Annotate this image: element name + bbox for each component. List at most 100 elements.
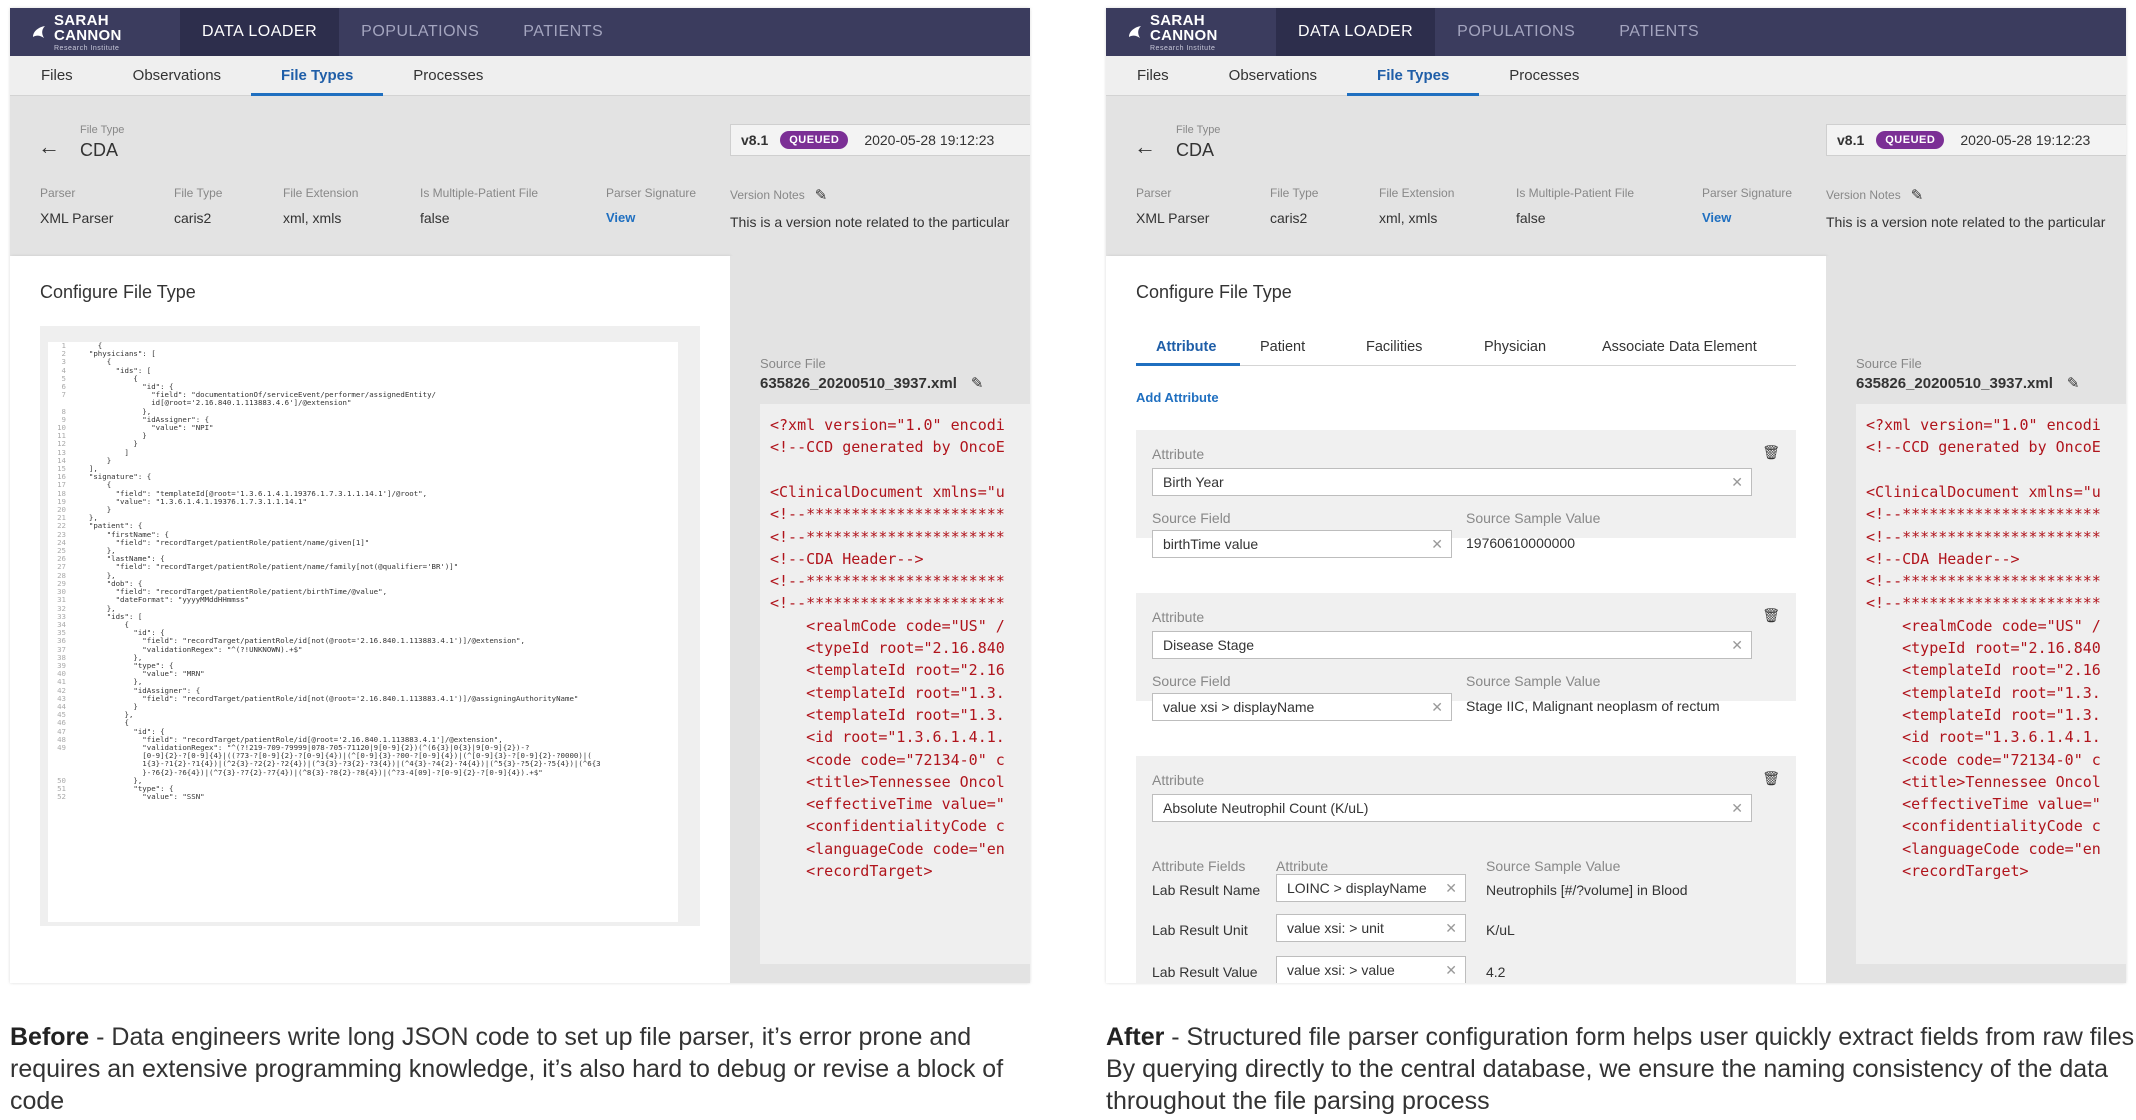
clear-icon[interactable]: ✕ (1431, 699, 1443, 716)
source-file-label: Source File (760, 356, 826, 371)
meta-label: Parser Signature (606, 186, 697, 200)
meta-file-extension: File Extension xml, xmls (283, 186, 420, 226)
tab-processes[interactable]: Processes (1479, 56, 1609, 95)
xml-line: <id root="1.3.6.1.4.1. (770, 728, 1005, 747)
back-arrow-icon[interactable]: ← (1134, 134, 1156, 160)
pencil-icon[interactable]: ✎ (1911, 186, 1924, 204)
after-title: After (1106, 1023, 1165, 1051)
before-screen: SARAH CANNON Research Institute DATA LOA… (10, 8, 1030, 983)
back-arrow-icon[interactable]: ← (38, 134, 60, 160)
xml-line: <confidentialityCode c (1866, 817, 2101, 836)
nav-data-loader[interactable]: DATA LOADER (1276, 8, 1436, 56)
xml-line: <!--********************** (1866, 594, 2101, 613)
tab-processes[interactable]: Processes (383, 56, 513, 95)
nav-patients[interactable]: PATIENTS (1597, 8, 1721, 56)
xml-line: <title>Tennessee Oncol (1866, 772, 2101, 791)
nav-patients[interactable]: PATIENTS (501, 8, 625, 56)
lab-attribute-input[interactable]: value xsi: > value ✕ (1276, 956, 1466, 983)
xml-line: <id root="1.3.6.1.4.1. (1866, 728, 2101, 747)
nav-populations[interactable]: POPULATIONS (1435, 8, 1597, 56)
lab-attribute-input[interactable]: LOINC > displayName ✕ (1276, 874, 1466, 902)
code-line: 52 "value": "SSN" (48, 792, 678, 801)
code-line: 11 } (48, 432, 678, 440)
tab-attribute[interactable]: Attribute (1136, 328, 1240, 366)
clear-icon[interactable]: ✕ (1431, 536, 1443, 553)
tab-file-types[interactable]: File Types (251, 56, 384, 96)
file-type-header: ← File Type CDA Parser XML Parser File T… (10, 96, 1030, 256)
sample-value: Stage IIC, Malignant neoplasm of rectum (1466, 698, 1720, 714)
clear-icon[interactable]: ✕ (1731, 800, 1743, 817)
source-field-input[interactable]: value xsi > displayName ✕ (1152, 693, 1452, 721)
code-line: 12 } (48, 440, 678, 448)
after-text: - Structured file parser configuration f… (1106, 1023, 2136, 1115)
meta-file-type: File Type caris2 (174, 186, 283, 226)
pencil-icon[interactable]: ✎ (815, 186, 828, 204)
file-type-label: File Type (80, 124, 125, 136)
nav-data-loader[interactable]: DATA LOADER (180, 8, 340, 56)
pencil-icon[interactable]: ✎ (971, 374, 984, 392)
source-field-input[interactable]: birthTime value ✕ (1152, 530, 1452, 558)
attribute-input[interactable]: Birth Year ✕ (1152, 468, 1752, 496)
attribute-label: Attribute (1152, 772, 1205, 788)
attribute-input[interactable]: Absolute Neutrophil Count (K/uL) ✕ (1152, 794, 1752, 822)
meta-value: XML Parser (40, 210, 114, 226)
xml-line: <!--********************** (1866, 572, 2101, 591)
clear-icon[interactable]: ✕ (1731, 474, 1743, 491)
logo-main: SARAH CANNON (54, 11, 122, 44)
add-attribute-button[interactable]: Add Attribute (1136, 390, 1219, 405)
logo[interactable]: SARAH CANNON Research Institute (10, 8, 180, 56)
clear-icon[interactable]: ✕ (1731, 637, 1743, 654)
trash-icon[interactable]: 🗑 (1762, 607, 1780, 624)
xml-line: <effectiveTime value=" (770, 795, 1005, 814)
meta-multi-patient: Is Multiple-Patient File false (1516, 186, 1702, 226)
xml-line: <realmCode code="US" / (770, 616, 1005, 635)
tab-associate-data-element[interactable]: Associate Data Element (1582, 328, 1777, 365)
tab-observations[interactable]: Observations (1199, 56, 1347, 95)
view-signature-link[interactable]: View (1702, 210, 1822, 225)
tab-file-types[interactable]: File Types (1347, 56, 1480, 96)
after-caption: After - Structured file parser configura… (1106, 1021, 2136, 1117)
lab-sample-value: 4.2 (1486, 964, 1506, 980)
logo[interactable]: SARAH CANNON Research Institute (1106, 8, 1276, 56)
tab-physician[interactable]: Physician (1464, 328, 1582, 365)
xml-line: <?xml version="1.0" encodi (1866, 416, 2101, 434)
code-line: 37 "validationRegex": "^(?!UNKNOWN).+$" (48, 645, 678, 654)
code-text: "field": "recordTarget/patientRole/id[no… (80, 693, 579, 703)
clear-icon[interactable]: ✕ (1445, 880, 1457, 897)
nav-populations[interactable]: POPULATIONS (339, 8, 501, 56)
tab-files[interactable]: Files (32, 56, 103, 95)
tab-patient[interactable]: Patient (1240, 328, 1346, 365)
view-signature-link[interactable]: View (606, 210, 726, 225)
tab-observations[interactable]: Observations (103, 56, 251, 95)
version-selector[interactable]: v8.1 QUEUED 2020-05-28 19:12:23 (1826, 124, 2126, 156)
lab-attribute-value: value xsi: > value (1287, 962, 1395, 978)
before-title: Before (10, 1023, 90, 1051)
tab-facilities[interactable]: Facilities (1346, 328, 1464, 365)
xml-line: <!--CDA Header--> (1866, 549, 2020, 568)
meta-value: caris2 (1270, 210, 1308, 226)
trash-icon[interactable]: 🗑 (1762, 770, 1780, 787)
pencil-icon[interactable]: ✎ (2067, 374, 2080, 392)
version-selector[interactable]: v8.1 QUEUED 2020-05-28 19:12:23 (730, 124, 1030, 156)
json-code[interactable]: 1 {2 "physicians": [3 {4 "ids": [5 {6 "i… (48, 342, 678, 922)
clear-icon[interactable]: ✕ (1445, 920, 1457, 937)
meta-file-extension: File Extension xml, xmls (1379, 186, 1516, 226)
source-field-value: birthTime value (1163, 536, 1259, 552)
meta-value: xml, xmls (1379, 210, 1438, 226)
meta-label: Parser Signature (1702, 186, 1793, 200)
attribute-input-value: Disease Stage (1163, 637, 1255, 653)
attribute-input[interactable]: Disease Stage ✕ (1152, 631, 1752, 659)
lab-attribute-input[interactable]: value xsi: > unit ✕ (1276, 914, 1466, 942)
code-line: 40 "value": "MRN" (48, 669, 678, 678)
source-filename: 635826_20200510_3937.xml (760, 374, 957, 392)
meta-label: Parser (40, 186, 76, 200)
sample-value: 19760610000000 (1466, 535, 1576, 551)
tab-files[interactable]: Files (1128, 56, 1199, 95)
trash-icon[interactable]: 🗑 (1762, 444, 1780, 461)
lab-attribute-value: LOINC > displayName (1287, 880, 1427, 896)
code-text: "field": "recordTarget/patientRole/patie… (80, 562, 459, 572)
file-type-header: ← File Type CDA Parser XML Parser File T… (1106, 96, 2126, 256)
xml-line: <realmCode code="US" / (1866, 616, 2101, 635)
source-field-value: value xsi > displayName (1163, 699, 1315, 715)
clear-icon[interactable]: ✕ (1445, 962, 1457, 979)
